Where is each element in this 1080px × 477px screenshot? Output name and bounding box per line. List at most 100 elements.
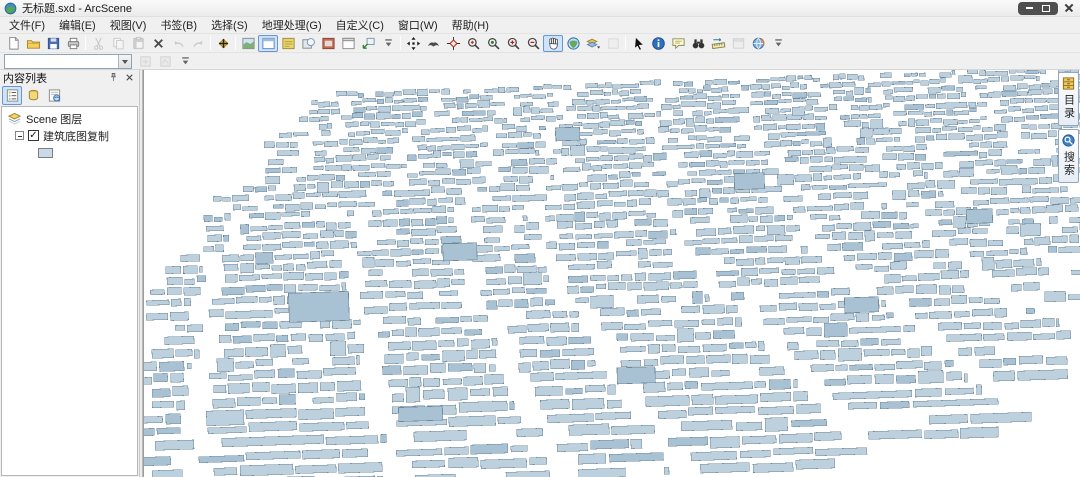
menu-file[interactable]: 文件(F) (2, 16, 52, 35)
window-frame-button[interactable] (338, 35, 358, 52)
html-popup-button[interactable] (668, 35, 688, 52)
set-observer-button[interactable] (483, 35, 503, 52)
toolbar-separator (210, 36, 211, 50)
launch-viewer-button[interactable] (358, 35, 378, 52)
list-by-drawing-order-button[interactable] (2, 86, 22, 105)
toolbar-overflow-icon (384, 38, 392, 46)
cut-icon (93, 37, 103, 50)
redo-icon (193, 40, 202, 47)
viewer-window-icon (261, 37, 275, 49)
menu-windows[interactable]: 窗口(W) (391, 16, 445, 35)
list-by-visibility-icon (48, 89, 60, 102)
pan-button[interactable] (543, 34, 563, 52)
toolbar-overflow-button[interactable] (768, 35, 788, 52)
window-yellow-button[interactable] (278, 35, 298, 52)
pin-button[interactable] (107, 71, 120, 84)
toc-header: 内容列表 (0, 70, 139, 85)
window-buttons (1018, 1, 1058, 15)
viewer-disabled-button (728, 35, 748, 52)
zoom-in-button[interactable] (503, 35, 523, 52)
fly-icon (427, 41, 439, 47)
toolbar-overflow-button[interactable] (378, 35, 398, 52)
delete-x-button[interactable] (148, 35, 168, 52)
close-icon (126, 74, 133, 81)
fly-button[interactable] (423, 35, 443, 52)
layer-name-label[interactable]: 建筑底图复制 (43, 128, 109, 144)
menu-help[interactable]: 帮助(H) (445, 16, 496, 35)
undo-button (168, 35, 188, 52)
close-button[interactable] (1064, 3, 1074, 13)
minimize-button[interactable] (1026, 7, 1033, 9)
toc-close-button[interactable] (123, 71, 136, 84)
zoom-in-icon (507, 37, 520, 50)
menu-customize[interactable]: 自定义(C) (329, 16, 391, 35)
arcscene-globe-icon (4, 2, 17, 14)
grayed-tool-2-button (155, 53, 175, 70)
measure-button[interactable] (708, 35, 728, 52)
print-icon (67, 37, 79, 49)
viewer-window-button[interactable] (258, 34, 278, 52)
new-document-button[interactable] (3, 35, 23, 52)
toolbar-separator (625, 36, 626, 50)
viewer-disabled-icon (732, 37, 744, 49)
zoom-out-button[interactable] (523, 35, 543, 52)
zoom-to-target-button[interactable] (463, 35, 483, 52)
undo-icon (174, 40, 183, 47)
navigate-icon (406, 36, 420, 50)
add-data-button[interactable] (213, 35, 233, 52)
zoom-layer-dropdown-button[interactable] (583, 35, 603, 52)
catalog-icon (1062, 77, 1075, 90)
select-arrow-button[interactable] (628, 35, 648, 52)
toc-title: 内容列表 (3, 72, 47, 85)
redo-button (188, 35, 208, 52)
maximize-button[interactable] (1042, 4, 1050, 12)
menu-geoprocessing[interactable]: 地理处理(G) (255, 16, 329, 35)
window-overlap-button[interactable] (298, 35, 318, 52)
copy-icon (112, 37, 124, 49)
identify-info-button[interactable] (648, 35, 668, 52)
layers-icon (7, 112, 22, 125)
save-button[interactable] (43, 35, 63, 52)
pin-icon (111, 73, 116, 81)
menu-bookmarks[interactable]: 书签(B) (153, 16, 204, 35)
scene-3d-view[interactable] (144, 70, 1080, 477)
side-tab-catalog[interactable]: 目录 (1058, 72, 1079, 126)
open-folder-button[interactable] (23, 35, 43, 52)
collapse-expander[interactable] (15, 131, 24, 140)
layer-combo[interactable] (4, 53, 132, 69)
menu-view[interactable]: 视图(V) (103, 16, 154, 35)
toolbar-overflow-icon (774, 38, 782, 46)
full-extent-button[interactable] (563, 35, 583, 52)
toolbar-overflow-button[interactable] (175, 53, 195, 70)
menu-edit[interactable]: 编辑(E) (52, 16, 103, 35)
window-yellow-icon (281, 37, 295, 49)
layer-symbol-swatch[interactable] (38, 147, 53, 158)
scene-layers-label[interactable]: Scene 图层 (26, 111, 82, 127)
scene-viewport[interactable]: 目录 搜索 (143, 70, 1080, 477)
chevron-down-icon[interactable] (118, 54, 131, 68)
menu-selection[interactable]: 选择(S) (204, 16, 255, 35)
save-icon (47, 37, 59, 49)
tree-node-layer[interactable]: 建筑底图复制 (2, 127, 137, 144)
identify-info-icon (651, 36, 665, 50)
menu-bar: 文件(F) 编辑(E) 视图(V) 书签(B) 选择(S) 地理处理(G) 自定义(C) 窗口… (0, 17, 1080, 34)
scene-thumbnail-button[interactable] (238, 35, 258, 52)
window-overlap-icon (301, 37, 315, 49)
navigate-button[interactable] (403, 35, 423, 52)
tree-node-scene-layers[interactable]: Scene 图层 (2, 110, 137, 127)
list-by-visibility-button[interactable] (44, 86, 64, 105)
window-red-button[interactable] (318, 35, 338, 52)
side-tab-search[interactable]: 搜索 (1058, 129, 1079, 183)
animation-globe-button[interactable] (748, 35, 768, 52)
grayed-tool-icon (139, 55, 151, 67)
list-by-source-button[interactable] (23, 86, 43, 105)
full-extent-icon (566, 36, 580, 50)
print-button[interactable] (63, 35, 83, 52)
center-on-target-button[interactable] (443, 35, 463, 52)
side-tab-label: 搜索 (1062, 151, 1075, 177)
search-icon (1062, 134, 1075, 147)
building-footprints (144, 70, 1080, 477)
find-binoculars-button[interactable] (688, 35, 708, 52)
layer-visibility-checkbox[interactable] (28, 130, 39, 141)
toc-toolbar (0, 85, 139, 106)
